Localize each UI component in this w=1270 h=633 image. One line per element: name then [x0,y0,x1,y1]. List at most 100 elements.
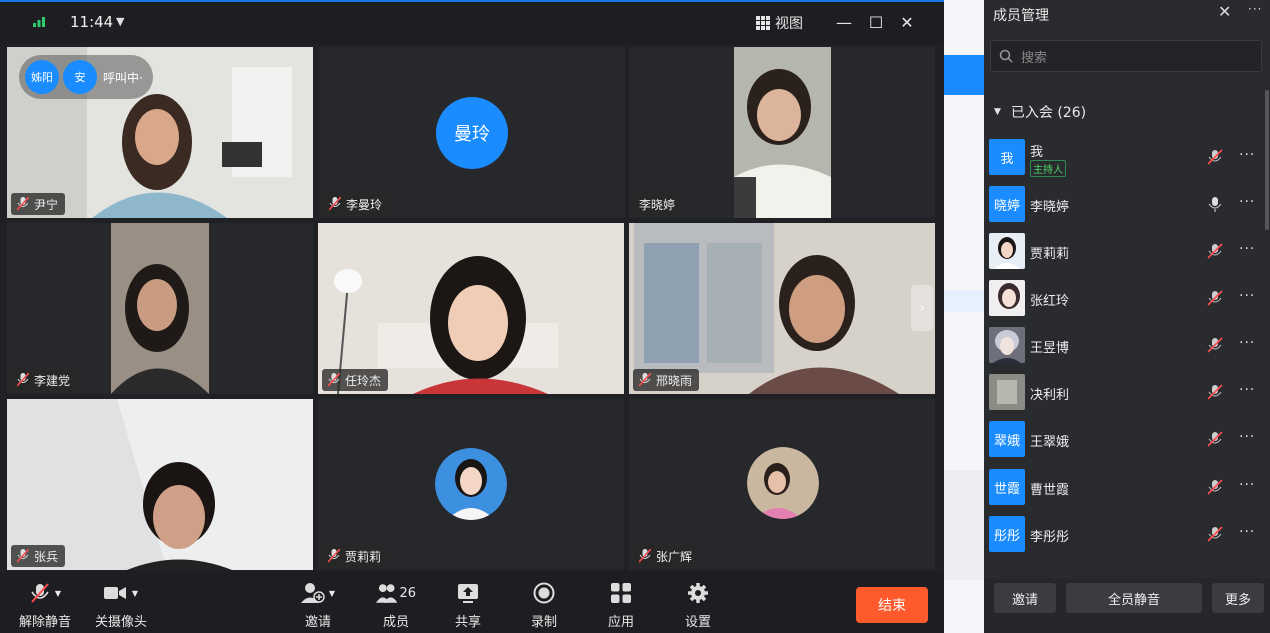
mic-off-icon[interactable] [1207,243,1223,259]
chevron-down-icon: ▼ [994,107,1001,117]
calling-avatar: 安 [63,60,97,94]
end-meeting-button[interactable]: 结束 [856,587,928,623]
video-tile-xingxiaoyu[interactable]: 邢晓雨 › [629,223,935,394]
scrollbar[interactable] [1265,90,1269,230]
video-tile-lijiandang[interactable]: 李建党 [7,223,313,394]
more-icon[interactable]: ··· [1248,2,1262,16]
mic-off-icon[interactable] [1207,431,1223,447]
invite-member-button[interactable]: 邀请 [994,583,1056,613]
mic-off-icon [329,197,341,211]
mute-all-button[interactable]: 全员静音 [1066,583,1202,613]
mic-icon[interactable] [1207,196,1223,212]
video-tile-limanling[interactable]: 曼玲 李曼玲 [319,47,625,218]
member-actions-bar: 邀请 全员静音 更多 [984,578,1270,633]
share-button[interactable]: 共享 [452,581,484,630]
joined-group-header[interactable]: ▼ 已入会 (26) [994,102,1086,122]
participant-name: 尹宁 [34,197,59,212]
participant-nametag: 尹宁 [11,193,66,215]
participant-name: 张广辉 [656,549,693,564]
maximize-icon[interactable]: ☐ [864,11,888,35]
invite-button[interactable]: ▼ 邀请 [298,581,338,630]
unmute-label: 解除静音 [18,615,71,630]
participant-name: 李建党 [34,373,71,388]
avatar [435,448,507,520]
video-tile-lixiaoting[interactable]: 李晓婷 [629,47,935,218]
video-tile-renlingjie[interactable]: 任玲杰 [318,223,624,394]
mic-off-icon [328,373,340,387]
member-row[interactable]: 晓婷 李晓婷 ··· [989,184,1259,224]
member-name: 决利利 [1030,388,1070,403]
minimize-icon[interactable]: — [832,11,856,35]
more-icon[interactable]: ··· [1239,194,1255,210]
record-label: 录制 [530,615,557,630]
chevron-down-icon[interactable]: ▼ [329,589,335,598]
participant-nametag: 张广辉 [633,545,700,567]
member-row[interactable]: 世霞 曹世霞 ··· [989,467,1259,507]
member-name: 王翠娥 [1030,435,1070,450]
gear-icon [688,583,708,603]
members-count: 26 [399,585,416,601]
mic-off-icon[interactable] [1207,479,1223,495]
member-row[interactable]: 王昱博 ··· [989,325,1259,365]
joined-group-label: 已入会 (26) [1010,105,1087,121]
more-icon[interactable]: ··· [1239,241,1255,257]
more-icon[interactable]: ··· [1239,335,1255,351]
member-row[interactable]: 翠娥 王翠娥 ··· [989,419,1259,459]
chevron-down-icon[interactable]: ▼ [132,589,138,598]
mic-off-icon[interactable] [1207,149,1223,165]
participant-name: 邢晓雨 [656,373,693,388]
apps-button[interactable]: 应用 [605,581,637,630]
more-icon[interactable]: ··· [1239,288,1255,304]
meeting-timer: 11:44 [70,13,114,31]
member-avatar [989,280,1025,316]
member-row[interactable]: 彤彤 李彤彤 ··· [989,514,1259,554]
member-row[interactable]: 我 我 主持人 ··· [989,137,1259,177]
search-icon [999,49,1013,63]
participant-name: 李晓婷 [639,197,676,212]
video-tile-zhangguanghui[interactable]: 张广辉 [629,399,935,570]
camera-button[interactable]: ▼ 关摄像头 [92,581,150,630]
participant-nametag: 李曼玲 [323,193,390,215]
mic-off-icon[interactable] [1207,526,1223,542]
background-app-strip [944,0,984,633]
mic-off-icon[interactable] [1207,337,1223,353]
participant-name: 任玲杰 [345,373,382,388]
calling-status: 呼叫中· [103,70,143,85]
more-icon[interactable]: ··· [1239,524,1255,540]
member-row[interactable]: 决利利 ··· [989,372,1259,412]
more-icon[interactable]: ··· [1239,147,1255,163]
record-button[interactable]: 录制 [528,581,560,630]
chevron-down-icon[interactable]: ▼ [55,589,61,598]
avatar [747,447,819,519]
member-name: 曹世霞 [1030,483,1070,498]
view-button[interactable]: 视图 [756,13,803,33]
mic-off-icon [639,373,651,387]
member-name: 张红玲 [1030,294,1070,309]
close-icon[interactable]: ✕ [895,11,919,35]
share-screen-icon [458,584,478,603]
close-icon[interactable]: ✕ [1218,2,1231,21]
settings-button[interactable]: 设置 [682,581,714,630]
member-name: 我 [1030,145,1044,160]
members-button[interactable]: 26 成员 [376,581,416,630]
video-tile-yinning[interactable]: 姊阳 安 呼叫中· 尹宁 [7,47,313,218]
grid-icon [756,16,770,30]
share-label: 共享 [454,615,481,630]
video-tile-zhangbing[interactable]: 张兵 [7,399,313,570]
video-tile-jialili[interactable]: 贾莉莉 [318,399,624,570]
more-button[interactable]: 更多 [1212,583,1264,613]
mic-off-icon[interactable] [1207,384,1223,400]
member-row[interactable]: 贾莉莉 ··· [989,231,1259,271]
chevron-down-icon[interactable]: ▼ [116,15,124,28]
more-icon[interactable]: ··· [1239,477,1255,493]
next-page-arrow[interactable]: › [911,285,933,331]
search-input[interactable]: 搜索 [990,40,1262,72]
more-icon[interactable]: ··· [1239,382,1255,398]
member-avatar: 我 [989,139,1025,175]
member-avatar [989,374,1025,410]
more-icon[interactable]: ··· [1239,429,1255,445]
unmute-button[interactable]: ▼ 解除静音 [16,581,74,630]
signal-icon [33,17,45,27]
member-row[interactable]: 张红玲 ··· [989,278,1259,318]
mic-off-icon[interactable] [1207,290,1223,306]
